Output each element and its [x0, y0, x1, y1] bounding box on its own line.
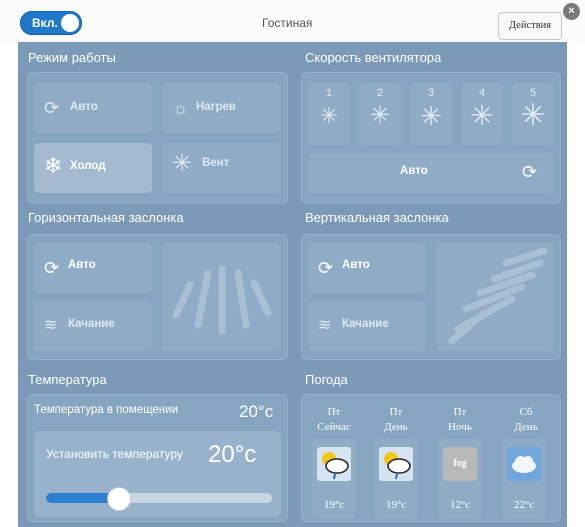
- mode-button-fan[interactable]: ✳ Вент: [162, 143, 280, 193]
- weather-day: Пт: [327, 406, 341, 418]
- weather-day: Пт: [453, 406, 467, 418]
- power-toggle-knob: [61, 14, 79, 32]
- fan-speed-3-button[interactable]: 3 ✳: [410, 83, 452, 145]
- fan-speed-levels: 1 ✳ 2 ✳ 3 ✳ 4 ✳ 5 ✳: [308, 83, 554, 145]
- horizontal-louver-swing-label: Качание: [68, 318, 115, 330]
- weather-caption: Пт Ночь: [436, 405, 484, 435]
- vertical-louver-swing-button[interactable]: ≋ Качание: [308, 301, 426, 351]
- power-toggle-label: Вкл.: [32, 16, 58, 30]
- weather-section-title: Погода: [305, 372, 348, 387]
- fan-speed-1-button[interactable]: 1 ✳: [308, 83, 350, 145]
- mode-box: ⟳ Авто ☼ Нагрев ❄ Холод ✳ Вент: [27, 72, 288, 204]
- fan-speed-icon: ✳: [369, 102, 391, 129]
- fan-speed-auto-button[interactable]: Авто ⟳: [308, 153, 554, 193]
- horizontal-louver-position-grid[interactable]: [162, 243, 280, 351]
- fan-speed-1-label: 1: [325, 87, 333, 99]
- horizontal-louver-auto-label: Авто: [68, 259, 96, 271]
- fan-speed-icon: ✳: [470, 100, 494, 131]
- fan-speed-icon: ✳: [520, 99, 546, 132]
- vertical-louver-box: ⟳ Авто ≋ Качание: [301, 234, 561, 360]
- vertical-louver-swing-label: Качание: [342, 318, 389, 330]
- weather-period: День: [384, 421, 408, 433]
- vertical-louver-slats-icon: [448, 247, 548, 345]
- mode-button-cool[interactable]: ❄ Холод: [34, 143, 152, 193]
- vertical-louver-auto-button[interactable]: ⟳ Авто: [308, 243, 426, 293]
- fan-speed-4-button[interactable]: 4 ✳: [461, 83, 503, 145]
- sun-icon: ☼: [172, 98, 189, 118]
- horizontal-louver-swing-button[interactable]: ≋ Качание: [34, 301, 152, 351]
- weather-temp: 19°c: [386, 499, 407, 511]
- fan-speed-icon: ✳: [420, 101, 442, 131]
- room-temperature-label: Температура в помещении: [34, 404, 179, 416]
- vertical-louver-section-title: Вертикальная заслонка: [305, 210, 449, 225]
- auto-cycle-icon: ⟳: [44, 98, 60, 118]
- vertical-louver-auto-label: Авто: [342, 259, 370, 271]
- weather-period: День: [514, 421, 538, 433]
- control-panel: Режим работы ⟳ Авто ☼ Нагрев ❄ Холод ✳ В…: [18, 42, 567, 527]
- swing-icon: ≋: [44, 317, 58, 334]
- weather-card: 19°c: [374, 439, 418, 519]
- mode-section-title: Режим работы: [28, 50, 116, 65]
- fog-icon: fog: [443, 447, 477, 481]
- fan-speed-icon: ✳: [319, 103, 339, 128]
- horizontal-louver-slats-icon: [172, 265, 272, 335]
- mode-fan-label: Вент: [202, 157, 230, 169]
- weather-period: Сейчас: [317, 421, 351, 433]
- cloud-icon: [507, 447, 541, 481]
- auto-cycle-icon: ⟳: [318, 258, 334, 278]
- fan-speed-5-label: 5: [529, 87, 537, 99]
- set-temperature-slider[interactable]: [46, 487, 272, 511]
- swing-icon: ≋: [318, 317, 332, 334]
- fan-speed-4-label: 4: [478, 87, 486, 99]
- mode-cool-label: Холод: [70, 160, 106, 172]
- sun-cloud-rain-icon: [379, 447, 413, 481]
- weather-temp: 22°c: [514, 499, 535, 511]
- fan-speed-3-label: 3: [427, 87, 435, 99]
- weather-box: Пт Сейчас Пт День Пт Ночь Сб День 19°c 1…: [301, 394, 561, 522]
- close-icon[interactable]: ×: [563, 3, 580, 20]
- power-toggle[interactable]: Вкл.: [20, 11, 82, 35]
- mode-heat-label: Нагрев: [196, 101, 236, 113]
- mode-auto-label: Авто: [70, 101, 98, 113]
- fan-speed-2-button[interactable]: 2 ✳: [359, 83, 401, 145]
- fan-speed-2-label: 2: [376, 87, 384, 99]
- horizontal-louver-section-title: Горизонтальная заслонка: [28, 210, 184, 225]
- weather-card: fog 12°c: [438, 439, 482, 519]
- fan-speed-box: 1 ✳ 2 ✳ 3 ✳ 4 ✳ 5 ✳ Авто ⟳: [301, 72, 561, 204]
- fan-speed-auto-label: Авто: [400, 165, 428, 177]
- room-temperature-value: 20°c: [239, 402, 274, 421]
- weather-card: 19°c: [312, 439, 356, 519]
- weather-day: Сб: [519, 406, 533, 418]
- set-temperature-value: 20°c: [208, 441, 257, 468]
- set-temperature-label: Установить температуру: [46, 447, 183, 461]
- weather-caption: Пт День: [372, 405, 420, 435]
- slider-handle[interactable]: [107, 487, 132, 511]
- mode-button-auto[interactable]: ⟳ Авто: [34, 83, 152, 133]
- vertical-louver-position-grid[interactable]: [436, 243, 554, 351]
- top-bar: Вкл. Гостиная Действия ×: [0, 0, 585, 42]
- weather-caption: Сб День: [502, 405, 550, 435]
- fan-speed-5-button[interactable]: 5 ✳: [512, 83, 554, 145]
- actions-button[interactable]: Действия: [498, 12, 562, 40]
- fan-icon: ✳: [172, 150, 193, 177]
- horizontal-louver-box: ⟳ Авто ≋ Качание: [27, 234, 288, 360]
- weather-period: Ночь: [448, 421, 472, 433]
- fan-speed-section-title: Скорость вентилятора: [305, 50, 442, 65]
- mode-button-heat[interactable]: ☼ Нагрев: [162, 83, 280, 133]
- temperature-box: Температура в помещении 20°c Установить …: [27, 394, 288, 522]
- set-temperature-card: Установить температуру 20°c: [34, 431, 281, 517]
- page-title: Гостиная: [262, 16, 313, 30]
- weather-temp: 12°c: [450, 499, 471, 511]
- weather-day: Пт: [389, 406, 403, 418]
- auto-cycle-icon: ⟳: [522, 162, 538, 182]
- sun-cloud-rain-icon: [317, 447, 351, 481]
- auto-cycle-icon: ⟳: [44, 258, 60, 278]
- weather-temp: 19°c: [324, 499, 345, 511]
- snowflake-icon: ❄: [44, 153, 63, 178]
- horizontal-louver-auto-button[interactable]: ⟳ Авто: [34, 243, 152, 293]
- weather-card: 22°c: [502, 439, 546, 519]
- temperature-section-title: Температура: [28, 372, 107, 387]
- weather-caption: Пт Сейчас: [310, 405, 358, 435]
